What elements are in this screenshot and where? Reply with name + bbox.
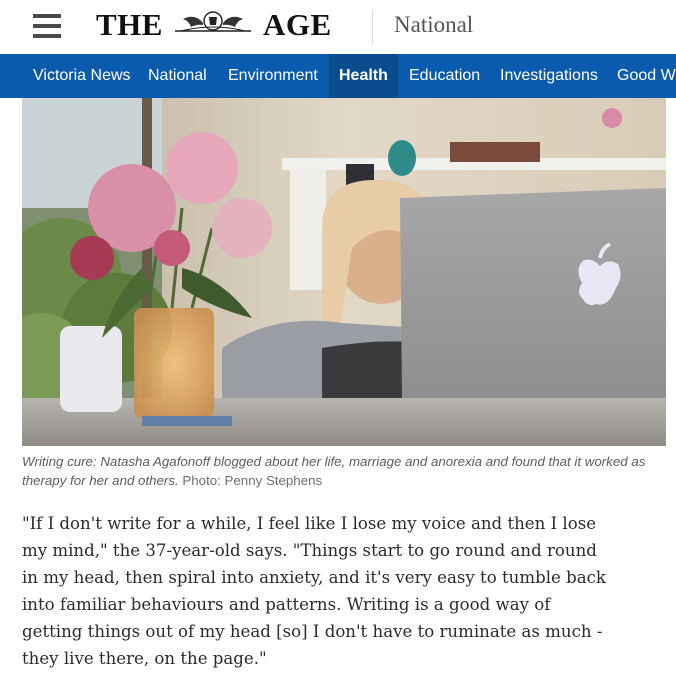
paragraph-line: getting things out of my head [so] I don… [22, 622, 603, 641]
nav-item-health[interactable]: Health [329, 54, 398, 98]
paragraph-line: "If I don't write for a while, I feel li… [22, 514, 597, 533]
paragraph-line: in my head, then spiral into anxiety, an… [22, 568, 606, 587]
section-nav: Victoria News National Environment Healt… [0, 54, 676, 98]
logo-text-age: AGE [262, 7, 332, 42]
nav-item-good-weekend[interactable]: Good We [617, 54, 676, 98]
nav-item-education[interactable]: Education [409, 54, 480, 98]
paragraph-line: they live there, on the page." [22, 649, 267, 668]
photo-caption: Writing cure: Natasha Agafonoff blogged … [22, 452, 652, 490]
nav-item-environment[interactable]: Environment [228, 54, 318, 98]
article-body: "If I don't write for a while, I feel li… [22, 510, 662, 672]
photo-credit: Photo: Penny Stephens [182, 473, 323, 488]
article-photo [22, 98, 666, 446]
paragraph-line: into familiar behaviours and patterns. W… [22, 595, 551, 614]
site-logo[interactable]: THE AGE [96, 7, 332, 43]
menu-icon[interactable] [33, 14, 61, 38]
masthead: THE AGE National [0, 0, 676, 55]
nav-item-victoria-news[interactable]: Victoria News [33, 54, 131, 98]
nav-item-national[interactable]: National [148, 54, 207, 98]
logo-divider [372, 10, 373, 44]
crest-icon [169, 7, 257, 43]
logo-text-the: THE [96, 7, 163, 42]
nav-item-investigations[interactable]: Investigations [500, 54, 598, 98]
section-title[interactable]: National [394, 12, 473, 38]
caption-text: Writing cure: Natasha Agafonoff blogged … [22, 454, 646, 488]
paragraph-line: my mind," the 37-year-old says. "Things … [22, 541, 597, 560]
